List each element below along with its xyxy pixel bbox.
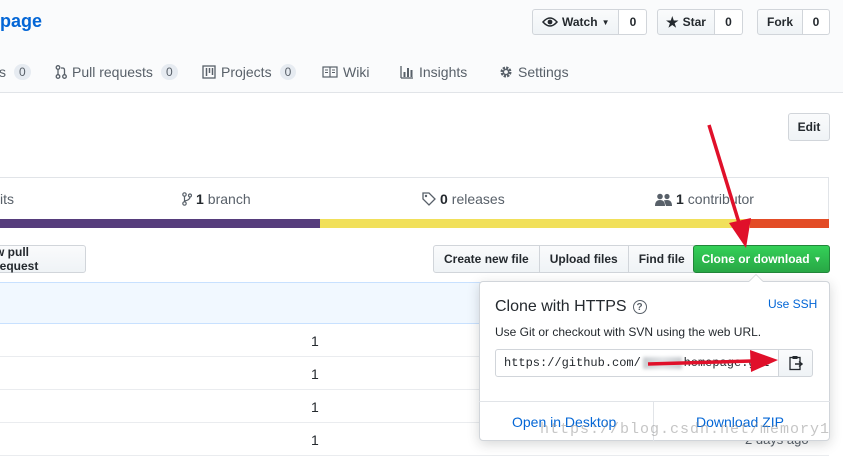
- watermark: https://blog.csdn.net/memory1: [540, 421, 831, 438]
- arrow-to-clone-button-icon: [707, 124, 751, 248]
- arrow-to-copy-button-icon: [647, 350, 778, 372]
- annotation-arrows: [647, 124, 778, 372]
